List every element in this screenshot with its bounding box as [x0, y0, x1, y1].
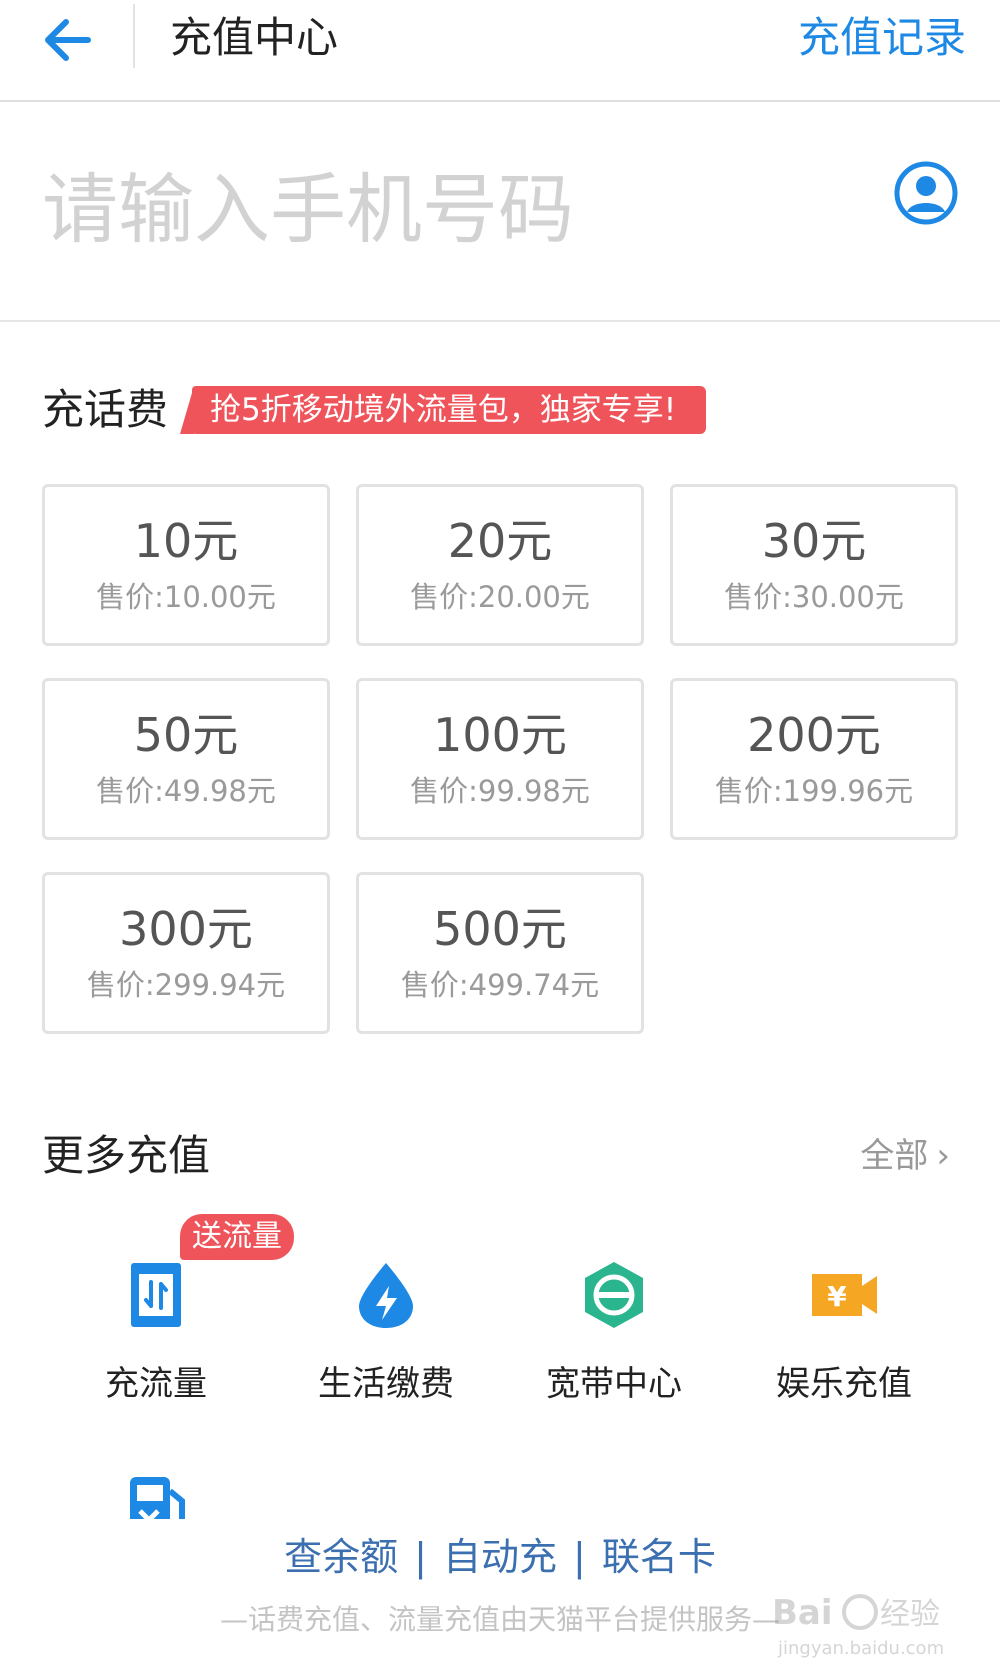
co-branded-card-link[interactable]: 联名卡 — [602, 1535, 716, 1579]
promo-banner[interactable]: 抢5折移动境外流量包，独家专享! — [179, 386, 707, 434]
topup-option-100[interactable]: 100元 售价:99.98元 — [356, 678, 644, 840]
link-separator: | — [573, 1535, 586, 1579]
option-amount: 50元 — [133, 708, 239, 762]
contact-person-icon — [894, 161, 958, 225]
chevron-right-icon: › — [936, 1136, 950, 1176]
entertainment-icon: ¥ — [812, 1274, 877, 1316]
footer-links: 查余额 | 自动充 | 联名卡 — [0, 1530, 1000, 1584]
option-price: 售价:10.00元 — [96, 580, 276, 614]
topup-option-50[interactable]: 50元 售价:49.98元 — [42, 678, 330, 840]
topup-option-300[interactable]: 300元 售价:299.94元 — [42, 872, 330, 1034]
service-utility-bills[interactable]: 生活缴费 — [286, 1260, 486, 1406]
option-price: 售价:99.98元 — [410, 774, 590, 808]
header-divider — [133, 4, 135, 68]
recharge-history-link[interactable]: 充值记录 — [798, 8, 966, 68]
option-price: 售价:49.98元 — [96, 774, 276, 808]
back-arrow-icon — [45, 19, 91, 61]
svg-text:jingyan.baidu.com: jingyan.baidu.com — [777, 1638, 944, 1659]
more-section-title: 更多充值 — [42, 1131, 211, 1180]
option-amount: 300元 — [119, 902, 253, 956]
service-partial-row[interactable] — [128, 1475, 190, 1519]
phone-number-input[interactable] — [42, 154, 862, 264]
service-data-topup[interactable]: 充流量 — [56, 1260, 256, 1406]
svg-text:Bai: Bai — [772, 1593, 833, 1633]
topup-option-30[interactable]: 30元 售价:30.00元 — [670, 484, 958, 646]
option-amount: 20元 — [447, 514, 553, 568]
service-label: 娱乐充值 — [776, 1364, 912, 1404]
option-price: 售价:299.94元 — [86, 968, 286, 1002]
service-label: 宽带中心 — [546, 1364, 682, 1404]
option-amount: 30元 — [761, 514, 867, 568]
broadband-icon — [585, 1262, 643, 1328]
option-amount: 200元 — [747, 708, 881, 762]
view-all-label: 全部 — [860, 1136, 929, 1176]
service-label: 充流量 — [105, 1364, 207, 1404]
bonus-data-badge: 送流量 — [180, 1214, 294, 1260]
service-label: 生活缴费 — [318, 1364, 454, 1404]
auto-recharge-link[interactable]: 自动充 — [443, 1535, 557, 1579]
topup-option-200[interactable]: 200元 售价:199.96元 — [670, 678, 958, 840]
option-amount: 100元 — [433, 708, 567, 762]
option-price: 售价:199.96元 — [714, 774, 914, 808]
topup-option-500[interactable]: 500元 售价:499.74元 — [356, 872, 644, 1034]
topup-section-title: 充话费 — [42, 385, 169, 434]
fuel-icon — [130, 1477, 185, 1519]
water-bolt-icon — [359, 1263, 413, 1328]
topup-option-20[interactable]: 20元 售价:20.00元 — [356, 484, 644, 646]
data-flow-icon — [131, 1263, 181, 1327]
option-price: 售价:499.74元 — [400, 968, 600, 1002]
svg-text:¥: ¥ — [827, 1280, 847, 1313]
page-title: 充值中心 — [170, 13, 339, 62]
option-price: 售价:20.00元 — [410, 580, 590, 614]
svg-text:经验: 经验 — [880, 1597, 940, 1632]
back-button[interactable] — [40, 10, 100, 70]
service-broadband[interactable]: 宽带中心 — [514, 1260, 714, 1406]
topup-option-10[interactable]: 10元 售价:10.00元 — [42, 484, 330, 646]
option-amount: 10元 — [133, 514, 239, 568]
watermark-logo: Bai 经验 jingyan.baidu.com — [768, 1584, 958, 1664]
phone-input-area — [0, 102, 1000, 322]
option-price: 售价:30.00元 — [724, 580, 904, 614]
view-all-link[interactable]: 全部 › — [860, 1132, 950, 1180]
contacts-button[interactable] — [893, 160, 959, 226]
link-separator: | — [414, 1535, 427, 1579]
check-balance-link[interactable]: 查余额 — [284, 1535, 398, 1579]
option-amount: 500元 — [433, 902, 567, 956]
top-bar: 充值中心 充值记录 — [0, 0, 1000, 102]
service-entertainment[interactable]: ¥ 娱乐充值 — [744, 1260, 944, 1406]
